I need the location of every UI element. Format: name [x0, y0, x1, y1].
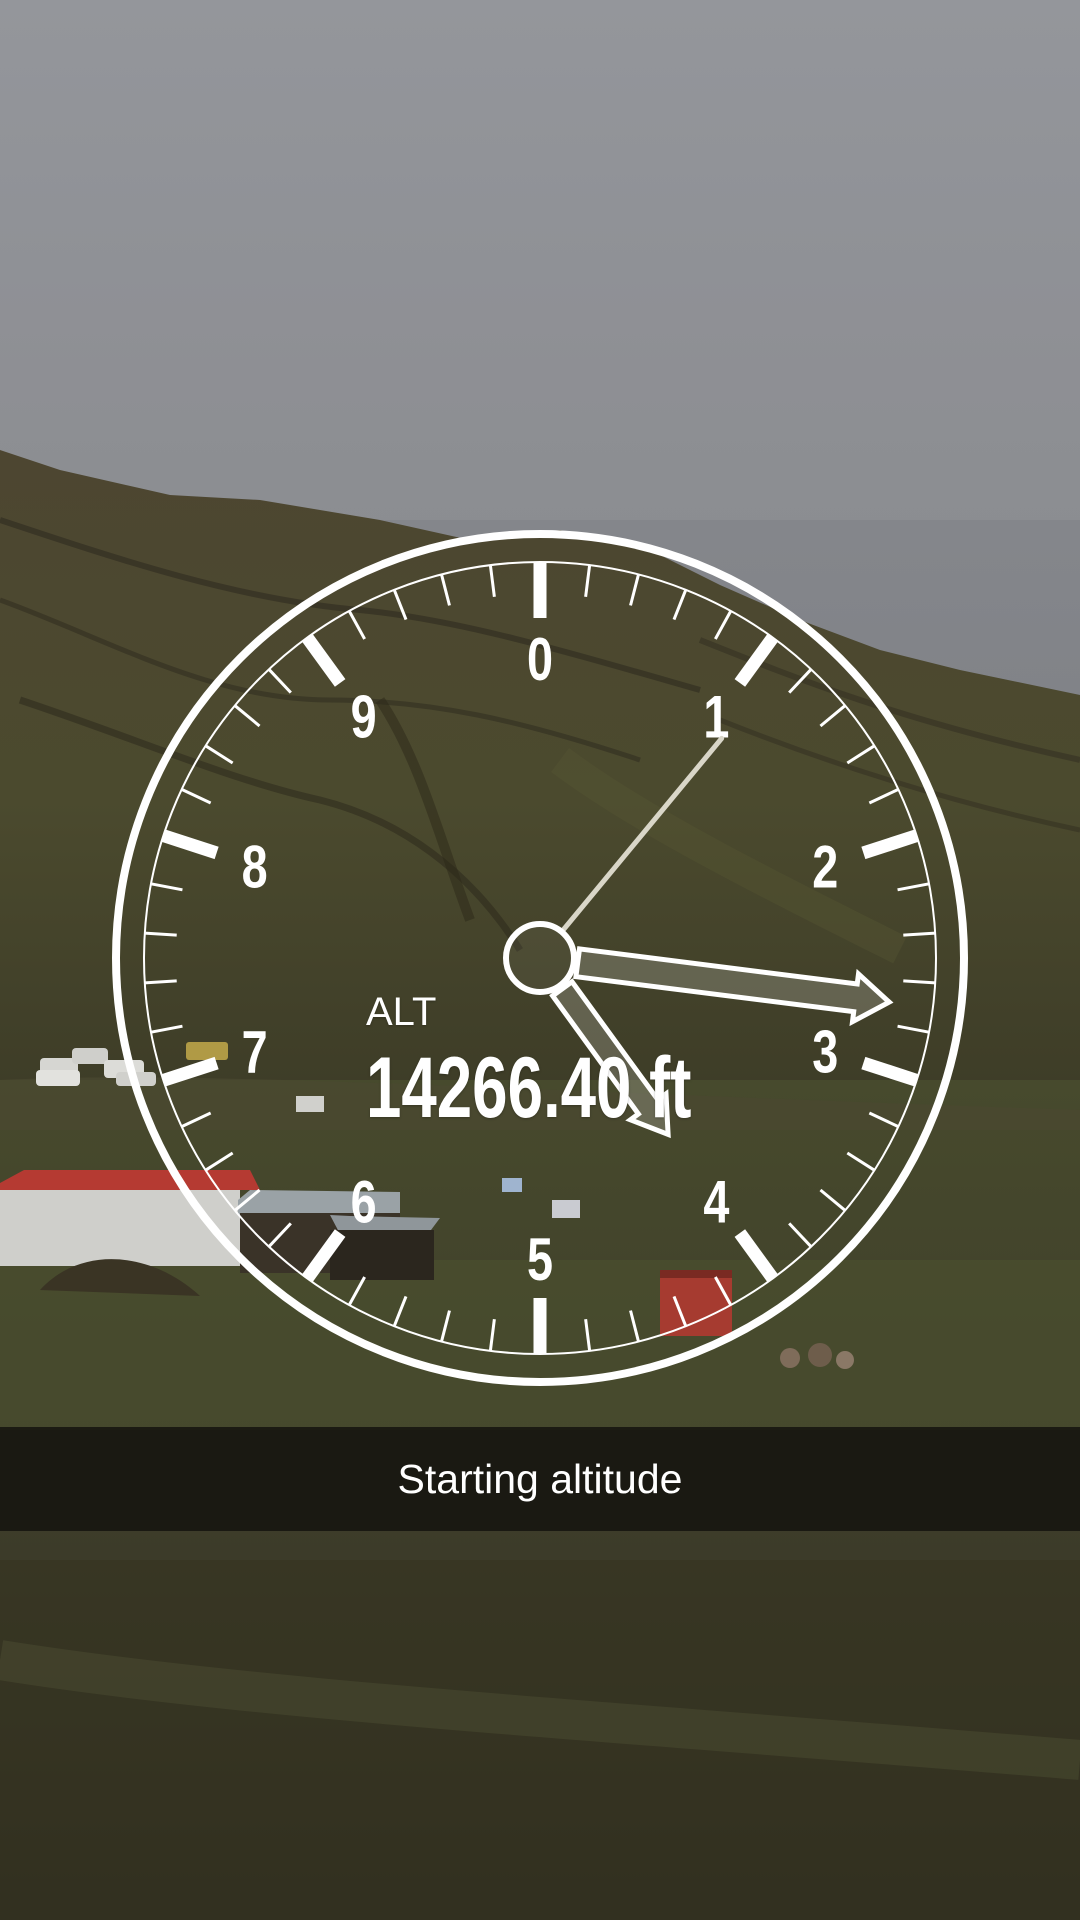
minor-tick [819, 704, 847, 728]
minor-tick [903, 979, 936, 985]
major-tick [161, 1056, 219, 1087]
major-tick [734, 633, 779, 687]
major-tick [301, 633, 346, 687]
dial-number: 6 [351, 1169, 377, 1236]
minor-tick [788, 668, 813, 694]
dial-number: 1 [703, 684, 729, 751]
dial-hub [503, 921, 577, 995]
minor-tick [903, 931, 936, 937]
minor-tick [846, 744, 876, 765]
altitude-value: 14266.40 ft [366, 1040, 692, 1136]
minor-tick [267, 668, 292, 694]
caption-bar[interactable]: Starting altitude [0, 1427, 1080, 1531]
medium-hand [573, 946, 894, 1027]
caption-text: Starting altitude [397, 1456, 683, 1502]
minor-tick [629, 574, 640, 606]
minor-tick [204, 744, 234, 765]
major-tick [161, 829, 219, 860]
dial-number: 8 [242, 834, 268, 901]
major-tick [301, 1229, 346, 1283]
minor-tick [714, 610, 733, 640]
long-hand [560, 735, 725, 933]
minor-tick [584, 1318, 592, 1352]
dial-number: 2 [812, 834, 838, 901]
minor-tick [440, 574, 451, 606]
altimeter-dial: 0 1 2 3 4 5 6 7 8 9 [112, 530, 968, 1386]
minor-tick [868, 788, 899, 805]
minor-tick [150, 1024, 183, 1034]
minor-tick [846, 1151, 876, 1172]
minor-tick [584, 564, 592, 598]
minor-tick [233, 1188, 261, 1212]
snap-screen: 0 1 2 3 4 5 6 7 8 9 ALT 14266.40 ft Starting alti… [0, 0, 1080, 1920]
minor-tick [672, 589, 688, 621]
minor-tick [181, 1111, 212, 1128]
dial-number: 0 [527, 626, 553, 693]
minor-tick [897, 1024, 930, 1034]
minor-tick [150, 882, 183, 892]
minor-tick [267, 1222, 292, 1248]
minor-tick [488, 1318, 496, 1352]
minor-tick [347, 610, 366, 640]
minor-tick [819, 1188, 847, 1212]
dial-number: 5 [527, 1226, 553, 1293]
major-tick [861, 829, 919, 860]
major-tick [861, 1056, 919, 1087]
minor-tick [672, 1295, 688, 1327]
dial-number: 3 [812, 1019, 838, 1086]
minor-tick [629, 1310, 640, 1342]
minor-tick [204, 1151, 234, 1172]
minor-tick [144, 931, 177, 937]
minor-tick [488, 564, 496, 598]
dial-number: 7 [242, 1019, 268, 1086]
minor-tick [144, 979, 177, 985]
dial-number: 9 [351, 684, 377, 751]
altitude-title: ALT [366, 990, 437, 1034]
minor-tick [181, 788, 212, 805]
minor-tick [788, 1222, 813, 1248]
minor-tick [897, 882, 930, 892]
minor-tick [347, 1276, 366, 1306]
minor-tick [440, 1310, 451, 1342]
major-tick [734, 1229, 779, 1283]
minor-tick [392, 1295, 408, 1327]
minor-tick [392, 589, 408, 621]
minor-tick [233, 704, 261, 728]
minor-tick [714, 1276, 733, 1306]
dial-number: 4 [703, 1169, 729, 1236]
minor-tick [868, 1111, 899, 1128]
